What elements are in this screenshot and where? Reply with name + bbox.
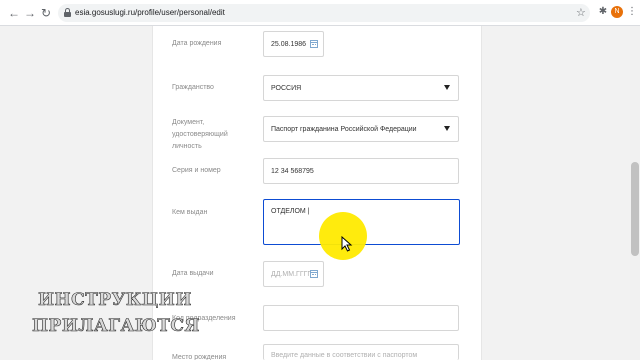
scrollbar-thumb[interactable] — [631, 162, 639, 256]
issued-by-value: ОТДЕЛОМ | — [271, 208, 310, 215]
browser-toolbar: ← → ↻ esia.gosuslugi.ru/profile/user/per… — [0, 0, 640, 26]
issue-date-label: Дата выдачи — [172, 270, 214, 277]
issued-by-label: Кем выдан — [172, 209, 208, 216]
mouse-pointer-icon — [341, 236, 353, 252]
extensions-icon[interactable]: ✱ — [597, 6, 609, 18]
watermark-line2: ПРИЛАГАЮТСЯ — [32, 316, 200, 337]
citizenship-label: Гражданство — [172, 84, 214, 91]
document-type-select[interactable]: Паспорт гражданина Российской Федерации — [263, 116, 459, 142]
document-label-line1: Документ, — [172, 119, 205, 126]
calendar-icon[interactable] — [310, 270, 318, 278]
forward-icon[interactable]: → — [22, 5, 38, 21]
issue-date-placeholder: ДД.ММ.ГГГГ — [271, 271, 312, 278]
bookmark-star-icon[interactable]: ☆ — [576, 5, 586, 21]
address-bar[interactable]: esia.gosuslugi.ru/profile/user/personal/… — [58, 4, 590, 22]
birth-place-input[interactable]: Введите данные в соответствии с паспорто… — [263, 344, 459, 360]
url-text: esia.gosuslugi.ru/profile/user/personal/… — [75, 8, 225, 17]
chevron-down-icon — [444, 85, 450, 90]
profile-avatar[interactable]: N — [611, 6, 623, 18]
birth-date-label: Дата рождения — [172, 40, 222, 47]
citizenship-select[interactable]: РОССИЯ — [263, 75, 459, 101]
birth-place-placeholder: Введите данные в соответствии с паспорто… — [271, 352, 418, 359]
reload-icon[interactable]: ↻ — [38, 5, 54, 21]
calendar-icon[interactable] — [310, 40, 318, 48]
issue-date-field[interactable]: ДД.ММ.ГГГГ — [263, 261, 324, 287]
chevron-down-icon — [444, 126, 450, 131]
back-icon[interactable]: ← — [6, 5, 22, 21]
division-code-input[interactable] — [263, 305, 459, 331]
browser-menu-icon[interactable]: ⋮ — [627, 6, 637, 20]
birth-date-value: 25.08.1986 — [271, 41, 307, 48]
series-number-label: Серия и номер — [172, 167, 221, 174]
citizenship-value: РОССИЯ — [271, 85, 302, 92]
birth-date-field[interactable]: 25.08.1986 — [263, 31, 324, 57]
series-number-input[interactable]: 12 34 568795 — [263, 158, 459, 184]
birth-place-label: Место рождения — [172, 354, 227, 360]
document-label-line2: удостоверяющий — [172, 131, 228, 138]
lock-icon — [64, 8, 71, 17]
document-label-line3: личность — [172, 143, 202, 150]
document-type-value: Паспорт гражданина Российской Федерации — [271, 126, 417, 133]
series-number-value: 12 34 568795 — [271, 168, 314, 175]
watermark-line1: ИНСТРУКЦИИ — [38, 290, 192, 311]
